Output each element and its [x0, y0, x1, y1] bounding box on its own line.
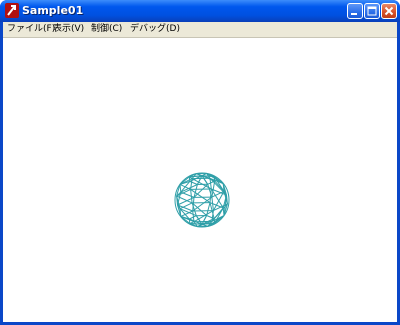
minimize-button[interactable]: [347, 3, 363, 19]
minimize-icon: [351, 13, 357, 15]
menu-control[interactable]: 制御(C): [91, 22, 122, 37]
application-window: Sample01 ファイル(F) 表示(V) 制御(C) デバッグ(D): [0, 0, 400, 325]
wireframe-sphere: [174, 172, 230, 228]
window-title: Sample01: [22, 4, 84, 17]
menu-view[interactable]: 表示(V): [53, 22, 84, 37]
sphere-edge: [222, 207, 225, 216]
title-bar[interactable]: Sample01: [0, 0, 400, 22]
menu-debug[interactable]: デバッグ(D): [130, 22, 180, 37]
maximize-icon: [367, 6, 377, 16]
sphere-edge: [179, 202, 193, 210]
maximize-button[interactable]: [364, 3, 380, 19]
sphere-edge: [179, 183, 191, 190]
menu-bar: ファイル(F) 表示(V) 制御(C) デバッグ(D): [3, 22, 397, 38]
sphere-edge: [189, 215, 197, 220]
sphere-outline: [174, 172, 230, 228]
app-icon[interactable]: [5, 3, 19, 18]
close-icon: [384, 6, 394, 16]
sphere-edge: [192, 196, 213, 212]
close-button[interactable]: [381, 3, 397, 19]
client-area: ファイル(F) 表示(V) 制御(C) デバッグ(D): [3, 22, 397, 322]
sphere-edge: [213, 218, 216, 224]
menu-file[interactable]: ファイル(F): [7, 22, 55, 37]
render-canvas[interactable]: [3, 38, 397, 322]
